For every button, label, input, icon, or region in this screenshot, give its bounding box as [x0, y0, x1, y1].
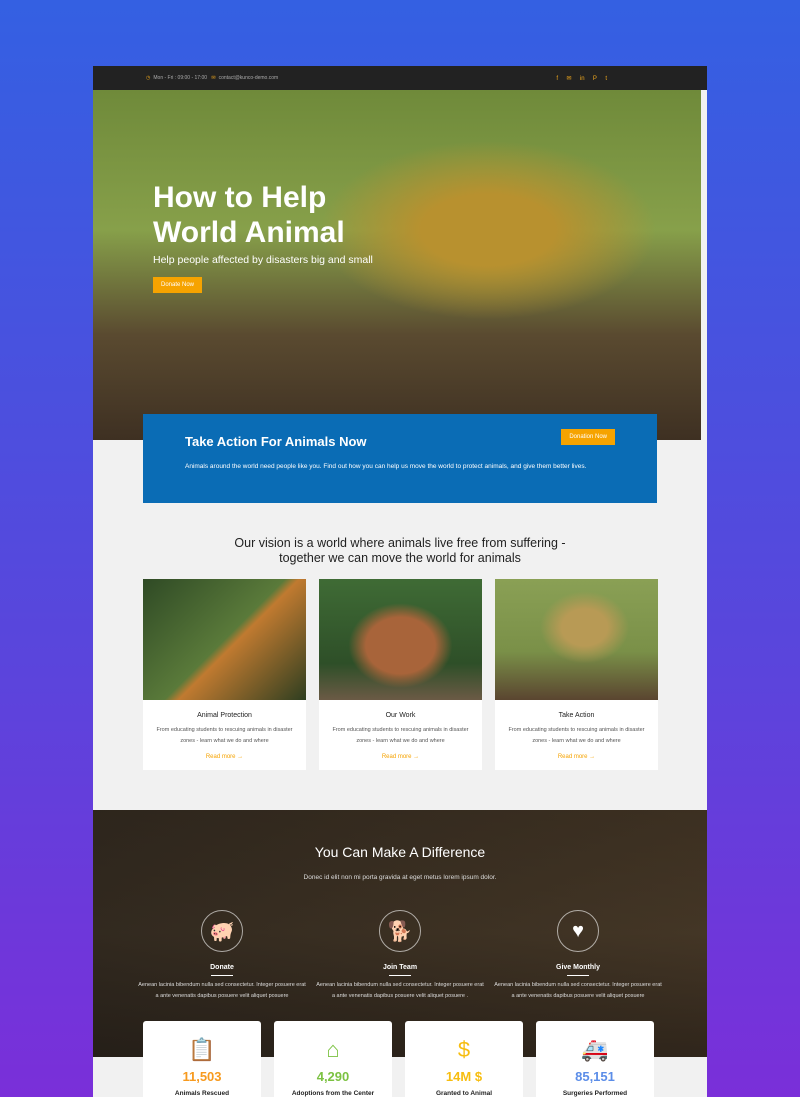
feature-title: Give Monthly [556, 964, 600, 971]
stat-value: 4,290 [316, 1069, 350, 1084]
donate-now-button[interactable]: Donate Now [153, 277, 203, 293]
stat-value: 11,503 [182, 1069, 222, 1084]
section-title: You Can Make A Difference [314, 844, 486, 860]
tiger-image [143, 579, 306, 700]
feature-text: Aenean lacinia bibendum nulla sed consec… [316, 982, 484, 999]
action-title: Take Action For Animals Now [185, 434, 367, 449]
twitter-icon[interactable]: t [605, 76, 607, 82]
card-text: From educating students to rescuing anim… [332, 727, 469, 744]
stat-value: 14M $ [445, 1069, 483, 1084]
card-animal-protection: Animal Protection From educating student… [143, 579, 306, 770]
read-more-link[interactable]: Read more → [319, 754, 482, 760]
stat-label: Animals Rescued [174, 1090, 230, 1097]
feature-title: Join Team [382, 964, 418, 971]
dog-icon: 🐕 [379, 910, 421, 952]
stat-value: 85,151 [575, 1069, 615, 1084]
email-link[interactable]: contact@kunco-demo.com [219, 75, 279, 81]
section-subtitle: Donec id elit non mi porta gravida at eg… [303, 874, 497, 881]
hero-banner: How to Help World Animal Help people aff… [93, 90, 701, 440]
page: ◷ Mon - Fri : 09:00 - 17:00 ✉ contact@kunc… [93, 66, 707, 1097]
feature-give-monthly[interactable]: ♥ Give Monthly Aenean lacinia bibendum n… [493, 910, 663, 1002]
vision-statement: Our vision is a world where animals live… [93, 536, 707, 566]
facebook-icon[interactable]: f [556, 76, 558, 82]
action-text: Animals around the world need people lik… [185, 463, 587, 470]
stat-adoptions: ⌂ 4,290 Adoptions from the Center [274, 1021, 392, 1097]
clipboard-icon: 📋 [188, 1037, 216, 1062]
stat-label: Granted to Animal [435, 1090, 493, 1097]
envelope-icon: ✉ [211, 75, 216, 81]
linkedin-icon[interactable]: in [580, 76, 585, 82]
card-title: Our Work [385, 712, 416, 719]
hand-coin-icon: $ [457, 1037, 471, 1062]
take-action-box: Take Action For Animals Now Animals arou… [143, 414, 657, 503]
card-our-work: Our Work From educating students to resc… [319, 579, 482, 770]
feature-text: Aenean lacinia bibendum nulla sed consec… [494, 982, 662, 999]
card-title: Animal Protection [197, 712, 252, 719]
bear-image [319, 579, 482, 700]
house-heart-icon: ⌂ [326, 1037, 340, 1062]
vision-line-1: Our vision is a world where animals live… [234, 536, 566, 550]
feature-text: Aenean lacinia bibendum nulla sed consec… [138, 982, 306, 999]
ambulance-icon: 🚑 [581, 1037, 609, 1062]
donation-now-button[interactable]: Donation Now [561, 429, 615, 445]
feature-title: Donate [210, 964, 234, 971]
card-take-action: Take Action From educating students to r… [495, 579, 658, 770]
card-text: From educating students to rescuing anim… [508, 727, 645, 744]
read-more-link[interactable]: Read more → [143, 754, 306, 760]
feature-donate[interactable]: 🐖 Donate Aenean lacinia bibendum nulla s… [137, 910, 307, 1002]
make-difference-section: You Can Make A Difference Donec id elit … [93, 810, 707, 1057]
stat-label: Surgeries Performed [562, 1090, 628, 1097]
hero-title: How to Help World Animal [153, 181, 345, 249]
hero-subtitle: Help people affected by disasters big an… [153, 254, 373, 266]
feature-join-team[interactable]: 🐕 Join Team Aenean lacinia bibendum null… [315, 910, 485, 1002]
card-text: From educating students to rescuing anim… [156, 727, 293, 744]
top-bar: ◷ Mon - Fri : 09:00 - 17:00 ✉ contact@kunc… [93, 66, 707, 90]
vision-line-2: together we can move the world for anima… [279, 551, 521, 565]
leopard-image [495, 579, 658, 700]
hours: Mon - Fri : 09:00 - 17:00 [153, 75, 208, 81]
stat-label: Adoptions from the Center [291, 1090, 375, 1097]
clock-icon: ◷ [146, 75, 151, 81]
stat-animals-rescued: 📋 11,503 Animals Rescued [143, 1021, 261, 1097]
email-icon[interactable]: ✉ [566, 76, 571, 82]
calendar-heart-icon: ♥ [557, 910, 599, 952]
pinterest-icon[interactable]: P [593, 76, 597, 82]
card-title: Take Action [558, 712, 595, 719]
stat-surgeries: 🚑 85,151 Surgeries Performed [536, 1021, 654, 1097]
piggy-bank-icon: 🐖 [201, 910, 243, 952]
stat-granted: $ 14M $ Granted to Animal [405, 1021, 523, 1097]
read-more-link[interactable]: Read more → [495, 754, 658, 760]
